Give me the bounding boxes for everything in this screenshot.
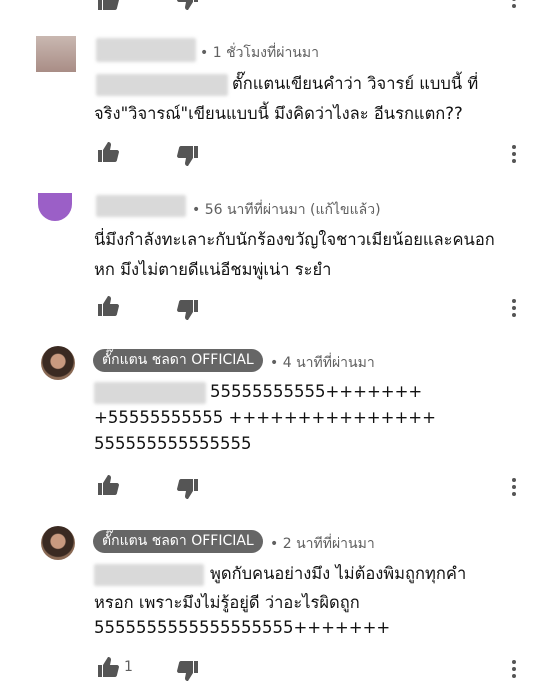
comment-text-line: นี่มึงกำลังทะเลาะกับนักร้องขวัญใจชาวเมีย… bbox=[94, 230, 495, 249]
mention-name[interactable] bbox=[94, 564, 204, 586]
avatar[interactable] bbox=[38, 193, 72, 221]
author-name-chip[interactable]: ตั๊กแตน ชลดา OFFICIAL bbox=[93, 349, 263, 372]
comment-time: • 1 ชั่วโมงที่ผ่านมา bbox=[200, 45, 319, 61]
comment-text-line: 555555555555555 bbox=[94, 434, 252, 453]
comment-text-line: 55555555555+++++++ bbox=[210, 382, 423, 401]
comment-text-line: หก มึงไม่ตายดีแน่อีชมพู่เน่า ระยำ bbox=[94, 260, 332, 279]
dislike-icon[interactable] bbox=[176, 146, 200, 166]
comment-text-line: ตั๊กแตนเขียนคำว่า วิจารย์ แบบนี้ ที่ bbox=[232, 74, 479, 93]
avatar[interactable] bbox=[36, 36, 76, 72]
comment-text-line: หรอก เพราะมึงไม่รู้อยู่ดี ว่าอะไรผิดถูก bbox=[94, 593, 360, 612]
comment-text-line: 5555555555555555555+++++++ bbox=[94, 618, 391, 637]
avatar[interactable] bbox=[41, 526, 75, 560]
like-icon[interactable] bbox=[96, 296, 120, 316]
mention-name[interactable] bbox=[96, 74, 228, 96]
comment-text-line: +55555555555 +++++++++++++++ bbox=[94, 408, 436, 427]
comment-time: • 2 นาทีที่ผ่านมา bbox=[270, 536, 375, 552]
comment-text-line: พูดกับคนอย่างมึง ไม่ต้องพิมถูกทุกคำ bbox=[210, 564, 467, 583]
like-icon[interactable] bbox=[96, 475, 120, 495]
mention-name[interactable] bbox=[94, 382, 206, 404]
dislike-icon[interactable] bbox=[176, 479, 200, 499]
like-icon[interactable] bbox=[96, 0, 120, 10]
dislike-icon[interactable] bbox=[176, 300, 200, 320]
author-name[interactable] bbox=[96, 38, 196, 62]
more-options-icon[interactable] bbox=[511, 299, 517, 319]
comment-text-line: จริง"วิจารณ์"เขียนแบบนี้ มึงคิดว่าไงละ อ… bbox=[94, 104, 463, 123]
more-options-icon[interactable] bbox=[511, 478, 517, 498]
dislike-icon[interactable] bbox=[176, 661, 200, 681]
like-icon[interactable] bbox=[96, 657, 120, 677]
avatar[interactable] bbox=[41, 346, 75, 380]
author-name-chip[interactable]: ตั๊กแตน ชลดา OFFICIAL bbox=[93, 530, 263, 553]
comment-time: • 56 นาทีที่ผ่านมา (แก้ไขแล้ว) bbox=[192, 202, 381, 218]
author-name[interactable] bbox=[96, 195, 186, 217]
more-options-icon[interactable] bbox=[511, 0, 517, 10]
dislike-icon[interactable] bbox=[176, 0, 200, 10]
like-count: 1 bbox=[124, 659, 133, 675]
more-options-icon[interactable] bbox=[511, 660, 517, 680]
comment-time: • 4 นาทีที่ผ่านมา bbox=[270, 355, 375, 371]
more-options-icon[interactable] bbox=[511, 145, 517, 165]
like-icon[interactable] bbox=[96, 142, 120, 162]
